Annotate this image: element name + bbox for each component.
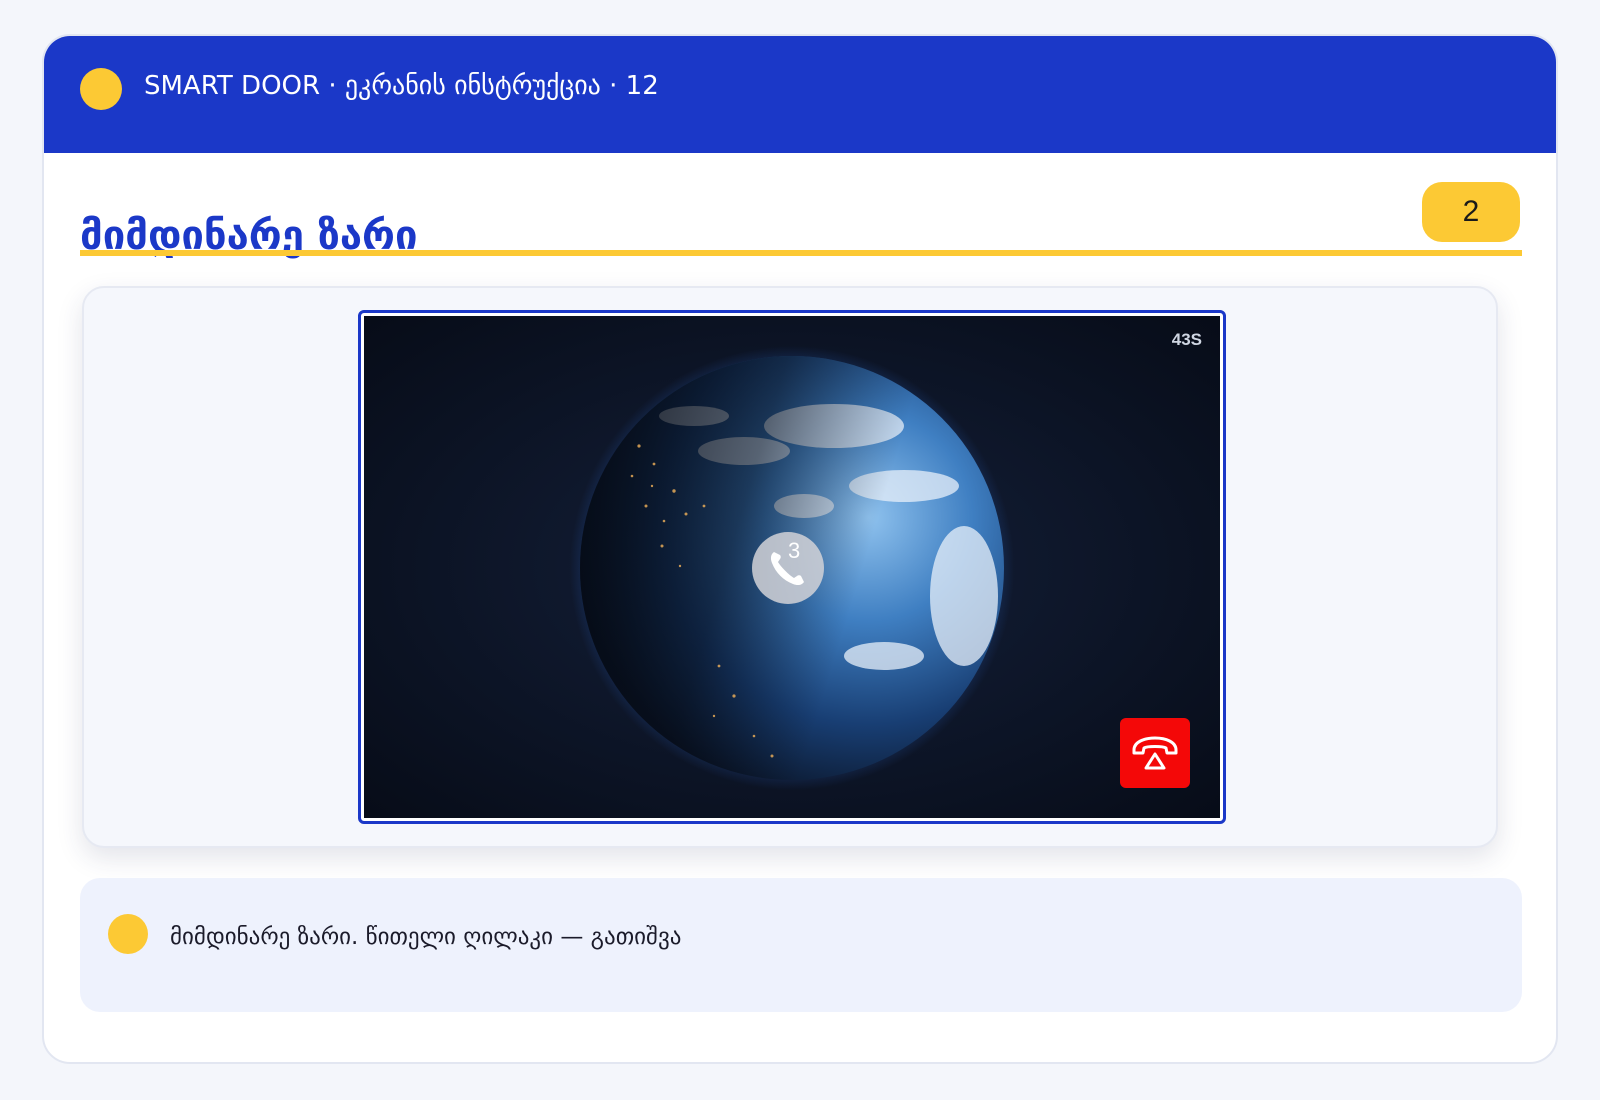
title-underline bbox=[80, 250, 1522, 256]
device-screen: 43S 3 bbox=[358, 310, 1226, 824]
call-timer: 43S bbox=[1171, 330, 1202, 349]
header-title: SMART DOOR · ეკრანის ინსტრუქცია · 12 bbox=[144, 71, 659, 101]
hangup-button[interactable] bbox=[1120, 718, 1190, 788]
note-dot-icon bbox=[108, 914, 148, 954]
incoming-call-indicator: 3 bbox=[752, 532, 824, 604]
screenshot-frame: 43S 3 bbox=[82, 286, 1498, 848]
note-box: მიმდინარე ზარი. წითელი ღილაკი — გათიშვა bbox=[80, 878, 1522, 1012]
section-title: მიმდინარე ზარი bbox=[80, 213, 418, 259]
step-number-badge: 2 bbox=[1422, 182, 1520, 242]
instruction-card: SMART DOOR · ეკრანის ინსტრუქცია · 12 მიმ… bbox=[42, 34, 1558, 1064]
header-bar: SMART DOOR · ეკრანის ინსტრუქცია · 12 bbox=[44, 36, 1556, 153]
note-text: მიმდინარე ზარი. წითელი ღილაკი — გათიშვა bbox=[170, 924, 682, 950]
hangup-phone-icon bbox=[1132, 736, 1178, 770]
call-count: 3 bbox=[788, 538, 801, 563]
call-screen: 43S 3 bbox=[364, 316, 1220, 818]
header-dot-icon bbox=[80, 68, 122, 110]
